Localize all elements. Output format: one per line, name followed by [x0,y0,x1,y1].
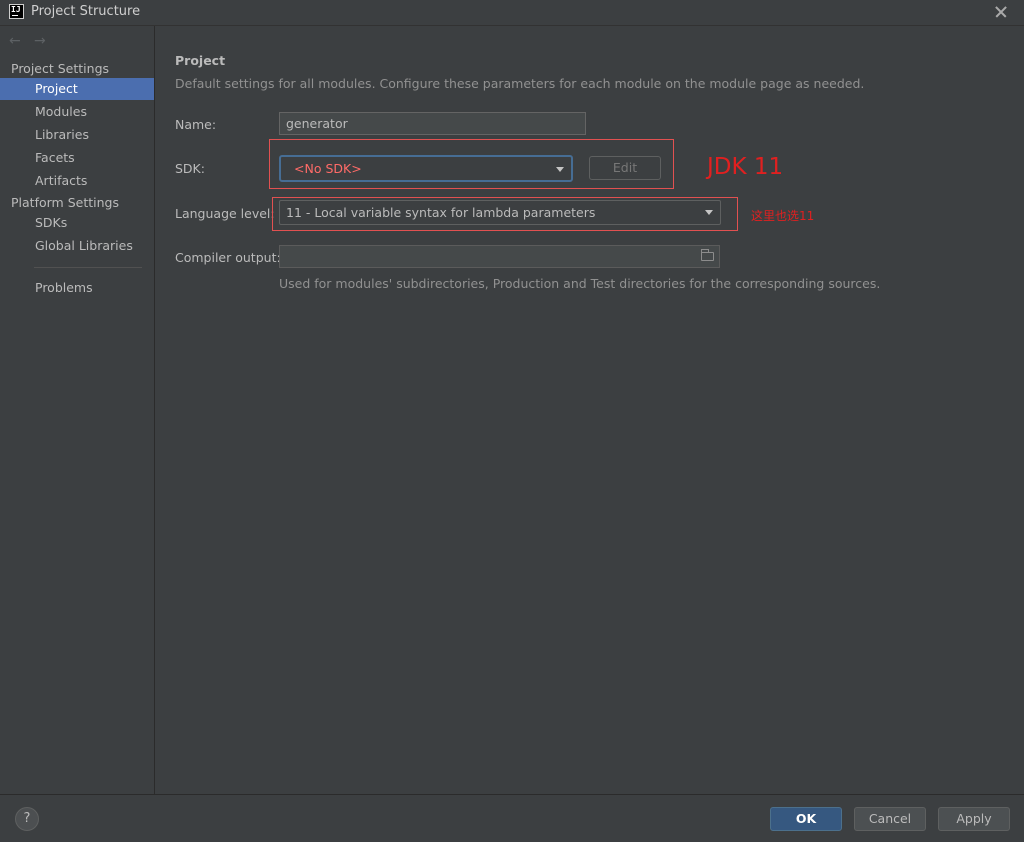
compiler-output-hint: Used for modules' subdirectories, Produc… [279,276,881,291]
dialog-footer: ? OK Cancel Apply [0,794,1024,842]
sidebar-item-facets[interactable]: Facets [0,147,154,169]
cancel-button[interactable]: Cancel [854,807,926,831]
forward-arrow-icon[interactable]: → [34,33,46,49]
project-name-input[interactable] [279,112,586,135]
sidebar-divider [34,267,142,268]
apply-button[interactable]: Apply [938,807,1010,831]
sdk-selected-value: <No SDK> [294,161,362,176]
project-settings-panel: Project Default settings for all modules… [155,26,1024,794]
edit-sdk-button[interactable]: Edit [589,156,661,180]
platform-settings-heading: Platform Settings [11,195,119,210]
project-settings-heading: Project Settings [11,61,110,76]
sidebar-item-problems[interactable]: Problems [0,277,154,299]
browse-folder-button[interactable] [697,245,720,268]
page-title: Project [175,53,226,68]
name-label: Name: [175,117,217,132]
language-level-label: Language level: [175,206,275,221]
back-arrow-icon[interactable]: ← [9,33,21,49]
close-icon[interactable] [991,2,1011,22]
language-level-annotation-text: 这里也选11 [751,209,815,223]
chevron-down-icon [705,210,713,215]
compiler-output-input[interactable] [279,245,697,268]
sdk-annotation-text: JDK 11 [707,154,784,180]
window-title: Project Structure [31,4,141,19]
sdk-label: SDK: [175,161,205,176]
page-description: Default settings for all modules. Config… [175,76,865,91]
sidebar: ← → Project Settings Project Modules Lib… [0,26,155,794]
compiler-output-label: Compiler output: [175,250,281,265]
folder-icon [701,249,714,261]
sidebar-item-libraries[interactable]: Libraries [0,124,154,146]
sidebar-item-global-libraries[interactable]: Global Libraries [0,235,154,257]
ok-button[interactable]: OK [770,807,842,831]
intellij-app-icon: IJ [9,4,24,19]
sdk-dropdown[interactable]: <No SDK> [279,155,573,182]
language-level-dropdown[interactable]: 11 - Local variable syntax for lambda pa… [279,200,721,225]
sidebar-item-project[interactable]: Project [0,78,154,100]
title-bar: IJ Project Structure [0,0,1024,26]
sidebar-item-artifacts[interactable]: Artifacts [0,170,154,192]
language-level-selected-value: 11 - Local variable syntax for lambda pa… [286,205,596,220]
sidebar-item-modules[interactable]: Modules [0,101,154,123]
help-button[interactable]: ? [15,807,39,831]
sidebar-item-sdks[interactable]: SDKs [0,212,154,234]
chevron-down-icon [556,167,564,172]
